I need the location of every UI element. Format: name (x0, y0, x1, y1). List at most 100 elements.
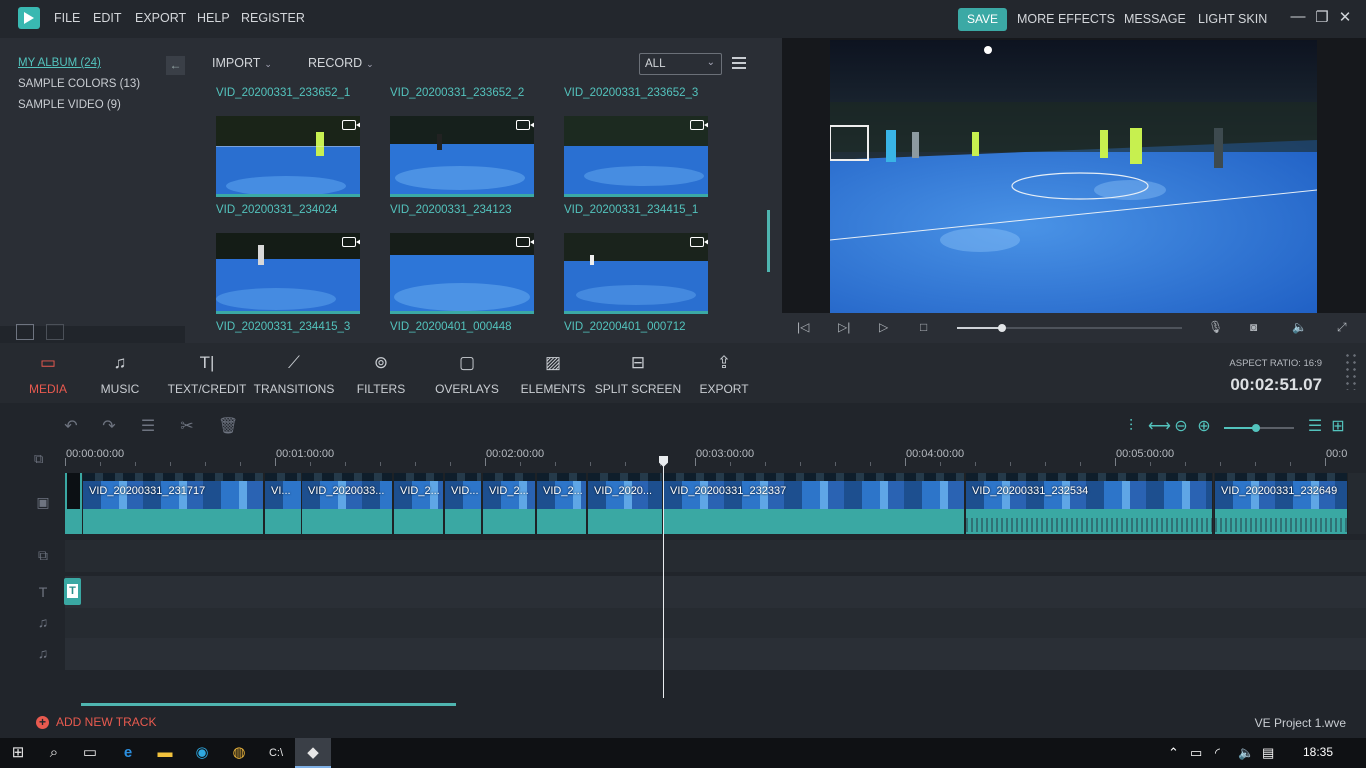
add-new-track-button[interactable]: + ADD NEW TRACK (36, 715, 156, 729)
preview-progress-slider[interactable] (957, 324, 1182, 332)
zoom-slider[interactable] (1224, 424, 1294, 432)
tool-music[interactable]: ♫ MUSIC (75, 349, 165, 396)
timeline-clip[interactable]: VID_2020... (587, 473, 663, 534)
album-item-my-album[interactable]: MY ALBUM (24) (18, 57, 101, 69)
next-frame-icon[interactable]: ▷| (838, 320, 850, 334)
task-view-icon[interactable]: ▭ (72, 738, 108, 768)
media-thumbnail[interactable] (390, 116, 534, 197)
playhead[interactable] (663, 458, 664, 698)
delete-icon[interactable]: 🗑 (218, 418, 238, 436)
music-track-1[interactable] (65, 608, 1366, 638)
menu-register[interactable]: REGISTER (241, 11, 305, 25)
media-thumbnail[interactable] (390, 233, 534, 314)
timeline-clip[interactable]: VID_20200331_232649 (1214, 473, 1348, 534)
timeline-scrollbar[interactable] (81, 703, 456, 706)
menu-file[interactable]: FILE (54, 11, 80, 25)
command-prompt-icon[interactable]: C:\ (258, 738, 294, 768)
zoom-out-icon[interactable]: ⊖ (1172, 418, 1190, 436)
wifi-icon[interactable]: ◜ (1215, 745, 1220, 761)
media-scrollbar[interactable] (767, 210, 770, 272)
chrome-icon[interactable]: ◍ (221, 738, 257, 768)
media-thumbnail[interactable] (216, 233, 360, 314)
minimize-icon[interactable]: — (1288, 8, 1308, 30)
play-icon[interactable]: ▷ (879, 320, 888, 334)
microphone-icon[interactable]: 🎙 (1208, 320, 1223, 334)
media-thumbnail[interactable] (564, 233, 708, 314)
video-track-2[interactable] (65, 540, 1366, 572)
previous-frame-icon[interactable]: |◁ (797, 320, 809, 334)
tool-overlays[interactable]: ▢ OVERLAYS (422, 349, 512, 396)
speaker-icon[interactable]: 🔈 (1238, 745, 1254, 761)
drag-handle-icon[interactable] (1344, 352, 1358, 390)
timeline-clip[interactable]: VID... (444, 473, 482, 534)
tool-transitions[interactable]: ⟋ TRANSITIONS (249, 349, 339, 396)
add-folder-icon[interactable] (16, 324, 34, 340)
clip-name[interactable]: VID_20200331_233652_1 (216, 87, 350, 99)
stop-icon[interactable]: □ (920, 320, 927, 334)
clip-name[interactable]: VID_20200331_233652_2 (390, 87, 524, 99)
battery-icon[interactable]: ▭ (1190, 745, 1202, 761)
media-thumbnail[interactable] (216, 116, 360, 197)
clip-name[interactable]: VID_20200401_000448 (390, 321, 512, 333)
timeline-clip[interactable]: VID_2... (393, 473, 444, 534)
clip-name[interactable]: VID_20200401_000712 (564, 321, 686, 333)
windows-start-icon[interactable]: ⊞ (0, 738, 36, 768)
clip-name[interactable]: VID_20200331_234415_3 (216, 321, 350, 333)
album-item-sample-colors[interactable]: SAMPLE COLORS (13) (18, 78, 140, 90)
edge-icon[interactable]: e (110, 738, 146, 768)
timeline-clip[interactable]: VID_20200331_232337 (663, 473, 965, 534)
timeline-clip[interactable]: VI... (264, 473, 302, 534)
tool-elements[interactable]: ▨ ELEMENTS (508, 349, 598, 396)
text-clip[interactable]: T (64, 578, 81, 605)
audio-mixer-icon[interactable]: ⫶ (1122, 418, 1140, 436)
album-item-sample-video[interactable]: SAMPLE VIDEO (9) (18, 99, 121, 111)
snap-icon[interactable]: ⧉ (34, 451, 50, 467)
undo-icon[interactable]: ↶ (62, 418, 80, 436)
import-dropdown[interactable]: IMPORT ⌄ (212, 56, 272, 70)
video-editor-taskbar-icon[interactable]: ◆ (295, 738, 331, 768)
music-track-2[interactable] (65, 638, 1366, 670)
zoom-in-icon[interactable]: ⊕ (1195, 418, 1213, 436)
tool-filters[interactable]: ⊚ FILTERS (336, 349, 426, 396)
redo-icon[interactable]: ↷ (100, 418, 118, 436)
show-hidden-icons[interactable]: ⌃ (1168, 745, 1179, 761)
search-icon[interactable]: ⌕ (36, 738, 72, 768)
timeline-clip[interactable]: VID_2... (482, 473, 536, 534)
notification-icon[interactable]: ▤ (1262, 745, 1274, 761)
message-link[interactable]: MESSAGE (1124, 12, 1186, 26)
list-view-icon[interactable] (732, 57, 746, 69)
save-button[interactable]: SAVE (958, 8, 1007, 31)
tool-split-screen[interactable]: ⊟ SPLIT SCREEN (593, 349, 683, 396)
collapse-arrow-icon[interactable]: ← (166, 56, 185, 75)
close-icon[interactable]: ✕ (1335, 8, 1355, 30)
timeline-clip[interactable]: VID_2020033... (301, 473, 393, 534)
tool-export[interactable]: ⇪ EXPORT (679, 349, 769, 396)
text-track[interactable] (65, 576, 1366, 608)
grid-layout-icon[interactable]: ⊞ (1329, 418, 1347, 436)
clip-name[interactable]: VID_20200331_233652_3 (564, 87, 698, 99)
volume-icon[interactable]: 🔈 (1292, 320, 1307, 334)
list-layout-icon[interactable]: ☰ (1306, 418, 1324, 436)
menu-edit[interactable]: EDIT (93, 11, 121, 25)
record-dropdown[interactable]: RECORD ⌄ (308, 56, 374, 70)
more-effects-link[interactable]: MORE EFFECTS (1017, 12, 1115, 26)
timeline-clip[interactable]: VID_2... (536, 473, 587, 534)
fit-timeline-icon[interactable]: ⟷ (1148, 418, 1171, 436)
file-explorer-icon[interactable]: ▬ (147, 738, 183, 768)
tool-text-credit[interactable]: T| TEXT/CREDIT (162, 349, 252, 396)
clip-name[interactable]: VID_20200331_234024 (216, 204, 338, 216)
delete-folder-icon[interactable] (46, 324, 64, 340)
fullscreen-icon[interactable]: ⤢ (1337, 320, 1347, 335)
clip-name[interactable]: VID_20200331_234123 (390, 204, 512, 216)
clip-name[interactable]: VID_20200331_234415_1 (564, 204, 698, 216)
filter-select[interactable]: ALL ⌄ (639, 53, 722, 75)
adjust-icon[interactable]: ☰ (139, 418, 157, 436)
menu-export[interactable]: EXPORT (135, 11, 186, 25)
menu-help[interactable]: HELP (197, 11, 230, 25)
app-icon[interactable]: ◉ (184, 738, 220, 768)
cut-icon[interactable]: ✂ (178, 418, 196, 436)
maximize-icon[interactable]: ❐ (1312, 8, 1332, 30)
progress-knob[interactable] (998, 324, 1006, 332)
snapshot-camera-icon[interactable]: ◙ (1250, 320, 1257, 334)
timeline-clip[interactable] (65, 473, 82, 534)
